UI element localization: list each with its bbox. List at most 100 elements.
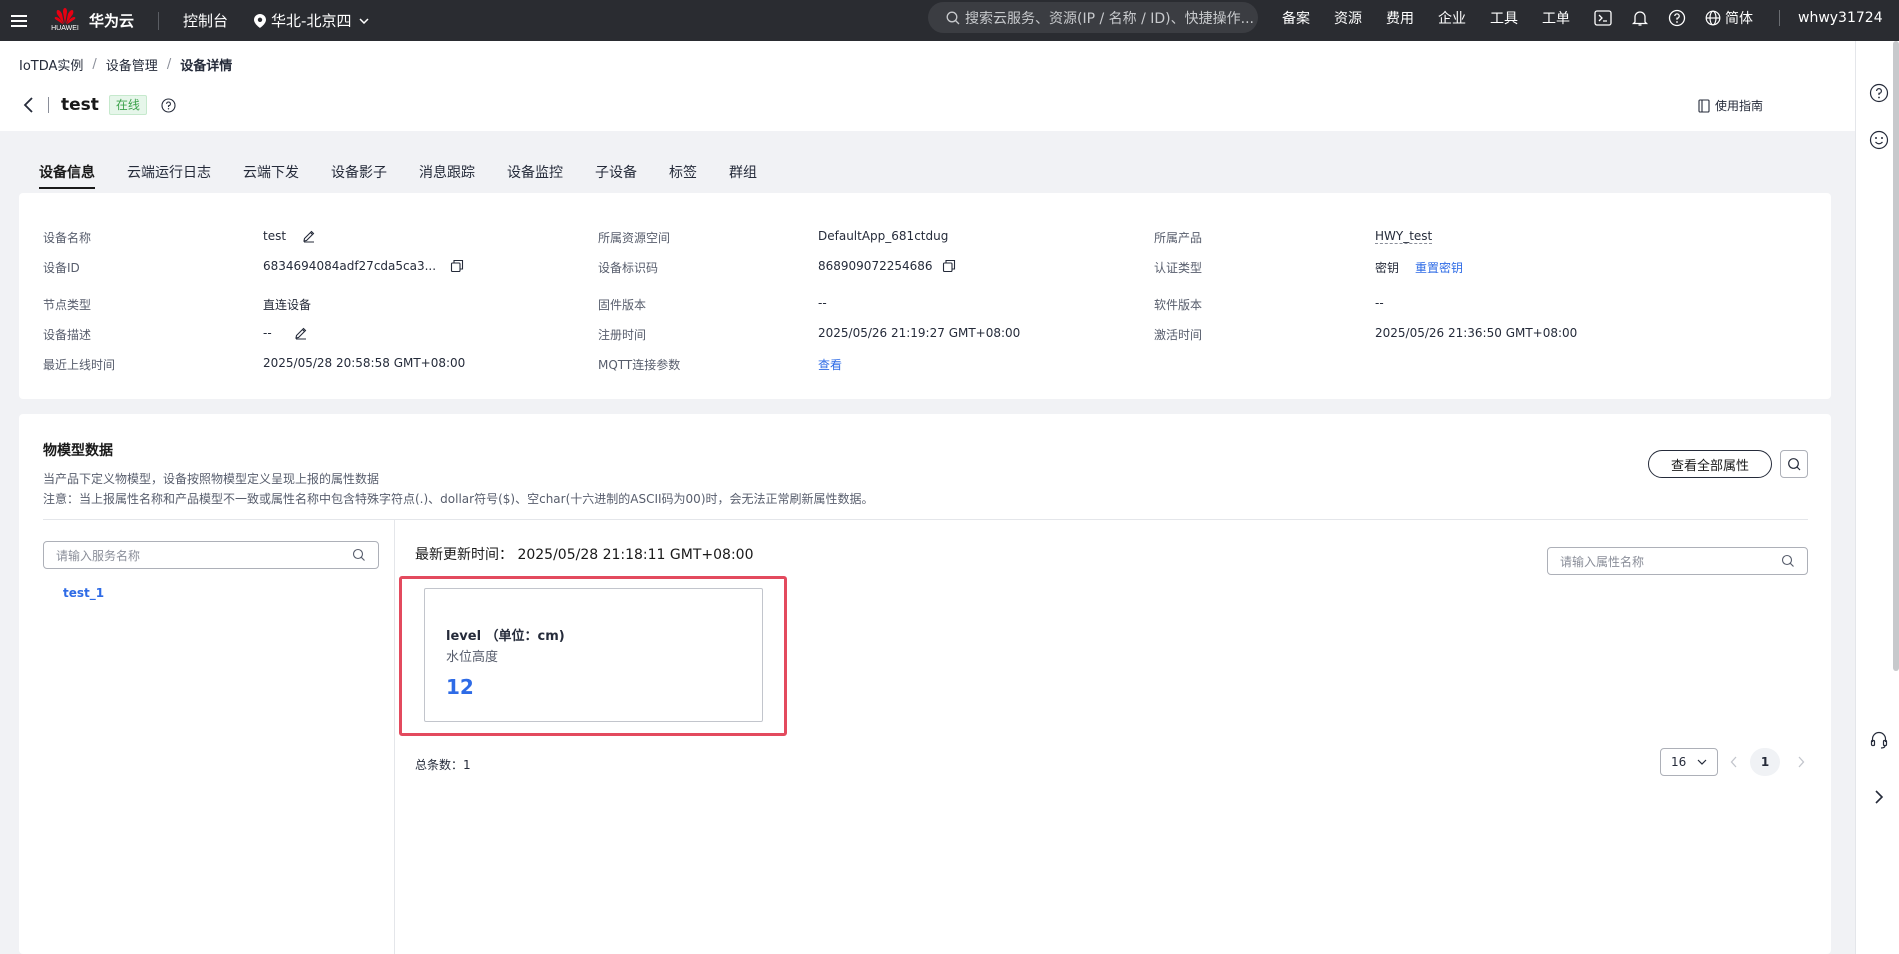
mqtt-params-label: MQTT连接参数 bbox=[598, 358, 681, 372]
search-icon bbox=[1788, 458, 1801, 471]
next-page-icon[interactable] bbox=[1797, 756, 1805, 768]
huawei-logo[interactable]: HUAWEI 华为云 bbox=[51, 7, 134, 35]
resource-space-value: DefaultApp_681ctdug bbox=[818, 229, 949, 243]
nav-link-resources[interactable]: 资源 bbox=[1334, 8, 1362, 28]
breadcrumb: IoTDA实例 / 设备管理 / 设备详情 bbox=[19, 55, 233, 74]
breadcrumb-iotda[interactable]: IoTDA实例 bbox=[19, 55, 83, 74]
global-search-input[interactable]: 搜索云服务、资源(IP / 名称 / ID)、快捷操作... bbox=[928, 2, 1258, 33]
auth-type-label: 认证类型 bbox=[1154, 261, 1203, 275]
huawei-flower-icon bbox=[54, 7, 76, 24]
page-size-value: 16 bbox=[1671, 755, 1687, 769]
device-name-value: test bbox=[263, 229, 316, 243]
main-content: IoTDA实例 / 设备管理 / 设备详情 test 在线 使用指南 设备信息 … bbox=[0, 41, 1855, 954]
section-note: 注意：当上报属性名称和产品模型不一致或属性名称中包含特殊字符点(.)、dolla… bbox=[43, 492, 874, 506]
tab-tags[interactable]: 标签 bbox=[669, 143, 697, 189]
node-type-value: 直连设备 bbox=[263, 298, 312, 312]
last-update-time: 最新更新时间： 2025/05/28 21:18:11 GMT+08:00 bbox=[415, 547, 754, 563]
usage-guide-link[interactable]: 使用指南 bbox=[1698, 97, 1763, 114]
user-account[interactable]: whwy31724 bbox=[1798, 10, 1883, 26]
help-icon[interactable] bbox=[1869, 83, 1889, 103]
refresh-button[interactable] bbox=[1780, 450, 1808, 478]
help-icon[interactable] bbox=[161, 97, 176, 113]
chevron-down-icon bbox=[359, 17, 369, 24]
service-panel: 请输入服务名称 test_1 bbox=[19, 520, 395, 954]
nav-link-beian[interactable]: 备案 bbox=[1282, 8, 1310, 28]
language-selector[interactable]: 简体 bbox=[1705, 8, 1753, 28]
document-icon bbox=[1698, 98, 1710, 113]
service-item-test-1[interactable]: test_1 bbox=[63, 586, 104, 600]
page-header: test 在线 bbox=[22, 95, 176, 115]
nav-link-enterprise[interactable]: 企业 bbox=[1438, 8, 1466, 28]
firmware-version-value: -- bbox=[818, 296, 827, 310]
divider bbox=[158, 11, 160, 30]
page-title: test bbox=[61, 95, 99, 115]
search-icon bbox=[352, 548, 365, 561]
activation-time-value: 2025/05/26 21:36:50 GMT+08:00 bbox=[1375, 326, 1578, 340]
total-count: 总条数：1 bbox=[415, 758, 471, 772]
device-info-card: 设备名称 test 设备ID 6834694084adf27cda5ca3...… bbox=[19, 193, 1831, 399]
software-version-value: -- bbox=[1375, 296, 1384, 310]
help-icon[interactable] bbox=[1668, 9, 1686, 27]
device-id-value: 6834694084adf27cda5ca3... bbox=[263, 259, 464, 273]
chevron-right-icon[interactable] bbox=[1869, 787, 1889, 807]
device-id-label: 设备ID bbox=[43, 261, 80, 275]
service-search-input[interactable]: 请输入服务名称 bbox=[43, 541, 379, 569]
tab-device-shadow[interactable]: 设备影子 bbox=[331, 143, 387, 189]
breadcrumb-device-management[interactable]: 设备管理 bbox=[106, 55, 158, 74]
nav-link-tickets[interactable]: 工单 bbox=[1542, 8, 1570, 28]
tab-cloud-commands[interactable]: 云端下发 bbox=[243, 143, 299, 189]
last-online-label: 最近上线时间 bbox=[43, 358, 116, 372]
nav-link-billing[interactable]: 费用 bbox=[1386, 8, 1414, 28]
region-selector[interactable]: 华北-北京四 bbox=[254, 10, 369, 31]
console-link[interactable]: 控制台 bbox=[183, 10, 228, 31]
edit-icon[interactable] bbox=[294, 326, 308, 340]
usage-guide-label: 使用指南 bbox=[1714, 99, 1763, 113]
search-placeholder: 搜索云服务、资源(IP / 名称 / ID)、快捷操作... bbox=[965, 10, 1254, 27]
copy-icon[interactable] bbox=[942, 259, 956, 273]
bell-icon[interactable] bbox=[1631, 9, 1649, 27]
copy-icon[interactable] bbox=[450, 259, 464, 273]
reset-secret-link[interactable]: 重置密钥 bbox=[1415, 259, 1463, 276]
smiley-icon[interactable] bbox=[1869, 130, 1889, 150]
prev-page-icon[interactable] bbox=[1730, 756, 1738, 768]
service-search-placeholder: 请输入服务名称 bbox=[56, 548, 141, 563]
property-card: level （单位：cm) 水位高度 12 bbox=[424, 588, 763, 722]
device-desc-label: 设备描述 bbox=[43, 328, 92, 342]
breadcrumb-device-detail: 设备详情 bbox=[180, 59, 233, 74]
nav-link-tools[interactable]: 工具 bbox=[1490, 8, 1518, 28]
language-label: 简体 bbox=[1725, 11, 1753, 27]
tab-cloud-logs[interactable]: 云端运行日志 bbox=[127, 143, 211, 189]
page-number[interactable]: 1 bbox=[1750, 748, 1780, 776]
back-arrow-icon[interactable] bbox=[22, 96, 36, 114]
scrollbar[interactable] bbox=[1893, 41, 1899, 671]
tab-device-monitor[interactable]: 设备监控 bbox=[507, 143, 563, 189]
edit-icon[interactable] bbox=[302, 229, 316, 243]
tab-message-trace[interactable]: 消息跟踪 bbox=[419, 143, 475, 189]
logo-text: 华为云 bbox=[89, 12, 135, 30]
last-online-value: 2025/05/28 20:58:58 GMT+08:00 bbox=[263, 356, 466, 370]
device-desc-value: -- bbox=[263, 326, 308, 340]
device-name-label: 设备名称 bbox=[43, 231, 92, 245]
thing-model-card: 物模型数据 当产品下定义物模型，设备按照物模型定义呈现上报的属性数据 注意：当上… bbox=[19, 414, 1831, 954]
tab-sub-devices[interactable]: 子设备 bbox=[595, 143, 637, 189]
terminal-icon[interactable] bbox=[1594, 9, 1612, 27]
mqtt-view-link[interactable]: 查看 bbox=[818, 356, 842, 373]
tab-device-info[interactable]: 设备信息 bbox=[39, 143, 95, 189]
headset-icon[interactable] bbox=[1869, 730, 1889, 750]
globe-icon bbox=[1705, 10, 1721, 26]
location-pin-icon bbox=[254, 13, 267, 28]
property-search-input[interactable]: 请输入属性名称 bbox=[1547, 547, 1808, 575]
software-version-label: 软件版本 bbox=[1154, 298, 1203, 312]
node-type-label: 节点类型 bbox=[43, 298, 92, 312]
register-time-label: 注册时间 bbox=[598, 328, 647, 342]
page-size-select[interactable]: 16 bbox=[1660, 748, 1718, 776]
product-value[interactable]: HWY_test bbox=[1375, 229, 1433, 244]
activation-time-label: 激活时间 bbox=[1154, 328, 1203, 342]
tab-groups[interactable]: 群组 bbox=[729, 143, 757, 189]
menu-icon[interactable] bbox=[0, 0, 37, 41]
property-name: level （单位：cm) bbox=[446, 629, 565, 644]
resource-space-label: 所属资源空间 bbox=[598, 231, 671, 245]
tab-bar: 设备信息 云端运行日志 云端下发 设备影子 消息跟踪 设备监控 子设备 标签 群… bbox=[39, 143, 789, 189]
view-all-properties-button[interactable]: 查看全部属性 bbox=[1648, 450, 1772, 478]
product-label: 所属产品 bbox=[1154, 231, 1203, 245]
